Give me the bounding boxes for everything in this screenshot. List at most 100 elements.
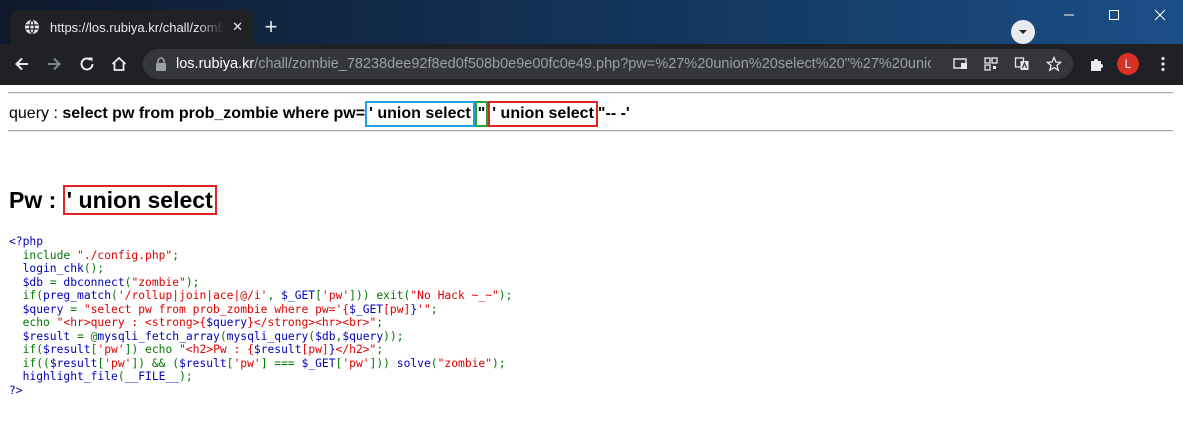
code-token: 'pw' bbox=[342, 356, 370, 370]
code-token: ]) echo bbox=[124, 343, 180, 356]
code-token: $db bbox=[9, 275, 50, 289]
translate-button[interactable] bbox=[1013, 55, 1031, 73]
code-line: echo "<hr>query : <strong>{$query}</stro… bbox=[9, 316, 512, 330]
url-text[interactable]: los.rubiya.kr/chall/zombie_78238dee92f8e… bbox=[176, 49, 931, 79]
code-token: "<hr>query : <strong>{ bbox=[56, 316, 207, 329]
code-token: = bbox=[70, 302, 84, 316]
window-minimize-button[interactable] bbox=[1046, 0, 1091, 30]
code-token: 'pw' bbox=[104, 356, 132, 370]
query-line: query : select pw from prob_zombie where… bbox=[9, 101, 630, 127]
code-token: include bbox=[9, 248, 78, 262]
code-token: '/rollup|join|ace|@/i' bbox=[117, 289, 268, 302]
code-token: if(( bbox=[9, 356, 50, 370]
window-maximize-button[interactable] bbox=[1091, 0, 1136, 30]
tab-close-icon[interactable]: ✕ bbox=[232, 19, 243, 35]
code-token: $result bbox=[179, 356, 227, 370]
star-icon bbox=[1046, 56, 1062, 72]
code-token: $query bbox=[342, 329, 384, 343]
code-token: , bbox=[267, 289, 282, 302]
code-token: <?php bbox=[9, 235, 44, 248]
code-token: login_chk bbox=[9, 262, 84, 275]
code-token: = bbox=[49, 275, 64, 289]
code-token: if( bbox=[9, 289, 44, 302]
kebab-menu-icon bbox=[1161, 56, 1165, 72]
cast-icon bbox=[953, 58, 967, 69]
code-line: if(preg_match('/rollup|join|ace|@/i', $_… bbox=[9, 289, 513, 303]
query-suffix: "-- -' bbox=[597, 105, 630, 122]
profile-avatar[interactable]: L bbox=[1117, 53, 1139, 75]
code-token: mysqli_fetch_array bbox=[97, 329, 220, 343]
lock-icon[interactable] bbox=[153, 56, 169, 72]
globe-icon bbox=[25, 19, 39, 35]
pw-heading: Pw : ' union select bbox=[9, 185, 217, 217]
code-line: $result = @mysqli_fetch_array(mysqli_que… bbox=[9, 330, 512, 344]
code-token: (); bbox=[83, 262, 105, 275]
page-content: query : select pw from prob_zombie where… bbox=[0, 85, 1183, 425]
code-line: $db = dbconnect("zombie"); bbox=[9, 276, 512, 290]
code-line: login_chk(); bbox=[9, 262, 512, 276]
minimize-icon bbox=[1063, 14, 1074, 16]
code-token: } bbox=[328, 343, 336, 356]
code-token: )); bbox=[383, 329, 404, 343]
code-line: highlight_file(__FILE__); bbox=[9, 370, 512, 384]
code-token: "<h2>Pw : { bbox=[179, 343, 254, 356]
code-token: $_GET bbox=[349, 302, 384, 316]
code-token: dbconnect bbox=[63, 275, 125, 289]
code-token: [ bbox=[315, 289, 322, 302]
url-path: /chall/zombie_78238dee92f8ed0f508b0e9e00… bbox=[254, 56, 931, 72]
new-tab-button[interactable]: + bbox=[257, 14, 285, 42]
bookmark-star-button[interactable] bbox=[1045, 55, 1063, 73]
code-token: ])) bbox=[369, 356, 397, 370]
code-token: $result bbox=[43, 343, 91, 356]
code-token: $db bbox=[315, 329, 336, 343]
code-token: = @ bbox=[77, 329, 98, 343]
code-token: "./config.php" bbox=[77, 248, 173, 262]
code-token: ( bbox=[111, 289, 118, 302]
code-token: $query bbox=[206, 316, 248, 329]
back-button[interactable] bbox=[8, 50, 36, 78]
code-token: [pw] bbox=[301, 343, 329, 356]
code-token: __FILE__ bbox=[124, 370, 180, 383]
code-line: if(($result['pw']) && ($result['pw'] ===… bbox=[9, 357, 512, 371]
code-token: ]) && ( bbox=[131, 356, 180, 370]
reload-button[interactable] bbox=[73, 50, 101, 78]
code-token: ( bbox=[117, 370, 125, 383]
window-close-button[interactable] bbox=[1136, 0, 1183, 30]
extensions-button[interactable] bbox=[1083, 50, 1111, 78]
code-line: ?> bbox=[9, 384, 512, 398]
code-token: ?> bbox=[9, 383, 23, 397]
code-token: $query bbox=[9, 302, 71, 316]
home-icon bbox=[111, 56, 127, 71]
code-token: mysqli_query bbox=[226, 329, 309, 343]
query-label: query : bbox=[9, 105, 63, 122]
tab-title: https://los.rubiya.kr/chall/zombie_78238… bbox=[50, 19, 225, 35]
code-line: <?php bbox=[9, 235, 512, 249]
code-token: ; bbox=[172, 248, 180, 262]
code-token: ( bbox=[430, 356, 438, 370]
puzzle-icon bbox=[1091, 59, 1103, 71]
chevron-down-icon bbox=[1019, 30, 1027, 34]
code-token: ; bbox=[430, 302, 438, 316]
query-text: select pw from prob_zombie where pw= ' un… bbox=[62, 101, 630, 127]
qr-code-button[interactable] bbox=[982, 55, 1000, 73]
forward-button[interactable] bbox=[40, 50, 68, 78]
code-token: }</strong><hr><br>" bbox=[247, 316, 377, 329]
query-prefix: select pw from prob_zombie where pw= bbox=[62, 105, 366, 122]
code-token: '" bbox=[417, 302, 431, 316]
code-token: ); bbox=[185, 275, 200, 289]
code-token: preg_match bbox=[43, 289, 112, 302]
browser-titlebar: https://los.rubiya.kr/chall/zombie_78238… bbox=[0, 0, 1183, 44]
home-button[interactable] bbox=[105, 50, 133, 78]
code-token: ; bbox=[376, 343, 384, 356]
translate-icon bbox=[1014, 57, 1029, 70]
browser-tab[interactable]: https://los.rubiya.kr/chall/zombie_78238… bbox=[10, 10, 253, 44]
code-token: highlight_file bbox=[9, 370, 118, 383]
address-bar[interactable]: los.rubiya.kr/chall/zombie_78238dee92f8e… bbox=[143, 49, 1073, 79]
code-token: $_GET bbox=[281, 289, 316, 302]
query-highlight-red: ' union select bbox=[488, 101, 598, 127]
tab-search-button[interactable] bbox=[1011, 20, 1035, 44]
cast-button[interactable] bbox=[951, 55, 969, 73]
php-source-code: <?php include "./config.php"; login_chk(… bbox=[9, 235, 512, 397]
browser-menu-button[interactable] bbox=[1149, 50, 1177, 78]
code-token: ); bbox=[492, 356, 506, 370]
